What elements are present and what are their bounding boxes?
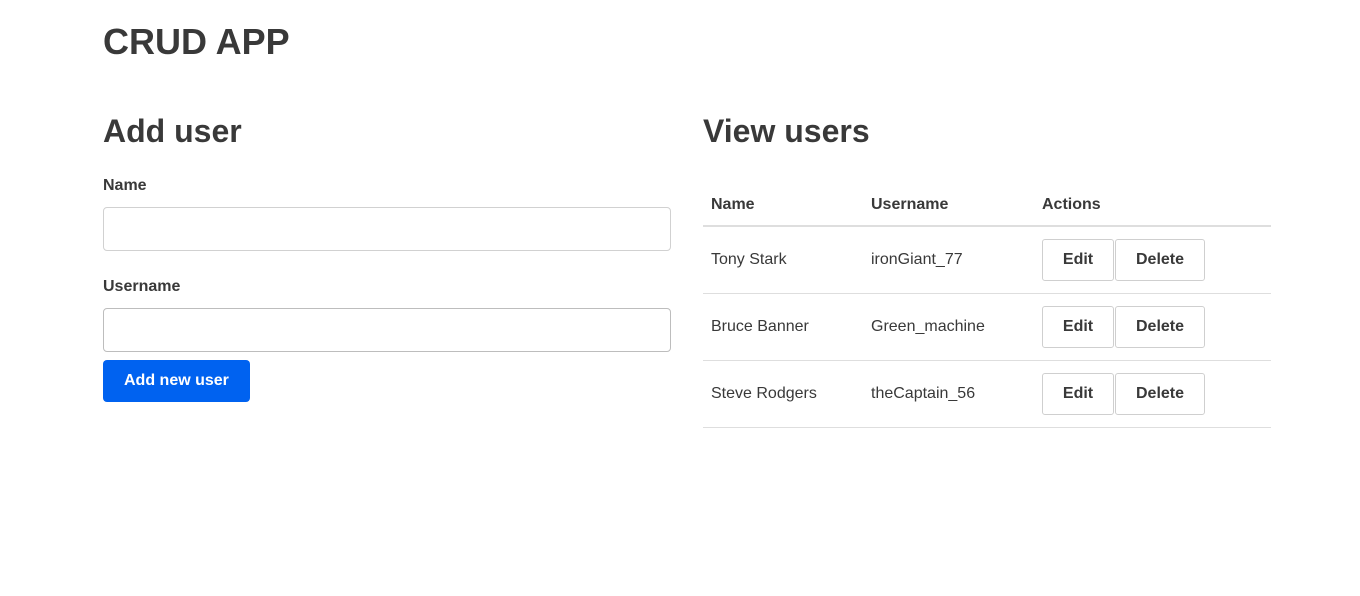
- edit-button[interactable]: Edit: [1042, 305, 1114, 348]
- user-name-cell: Steve Rodgers: [703, 360, 863, 428]
- user-username-cell: Green_machine: [863, 293, 1034, 361]
- column-header-name: Name: [703, 184, 863, 227]
- user-name-cell: Bruce Banner: [703, 293, 863, 361]
- name-label: Name: [103, 177, 147, 194]
- user-name-cell: Tony Stark: [703, 226, 863, 294]
- table-row: Steve Rodgers theCaptain_56 Edit Delete: [703, 360, 1271, 428]
- username-input[interactable]: [103, 308, 671, 352]
- row-actions: Edit Delete: [1042, 372, 1271, 415]
- edit-button[interactable]: Edit: [1042, 238, 1114, 281]
- table-row: Bruce Banner Green_machine Edit Delete: [703, 293, 1271, 361]
- user-actions-cell: Edit Delete: [1034, 226, 1271, 294]
- app-title: CRUD APP: [103, 21, 290, 62]
- view-users-panel: View users Name Username Actions Tony St…: [703, 110, 1271, 428]
- users-table: Name Username Actions Tony Stark ironGia…: [703, 184, 1271, 428]
- row-actions: Edit Delete: [1042, 305, 1271, 348]
- user-username-cell: theCaptain_56: [863, 360, 1034, 428]
- view-users-heading: View users: [703, 113, 870, 149]
- table-row: Tony Stark ironGiant_77 Edit Delete: [703, 226, 1271, 294]
- name-input[interactable]: [103, 207, 671, 251]
- delete-button[interactable]: Delete: [1115, 372, 1205, 415]
- add-user-panel: Add user Name Username Add new user: [103, 110, 671, 402]
- delete-button[interactable]: Delete: [1115, 238, 1205, 281]
- edit-button[interactable]: Edit: [1042, 372, 1114, 415]
- app-container: CRUD APP Add user Name Username Add new …: [0, 0, 1360, 596]
- username-label: Username: [103, 278, 181, 295]
- add-user-heading: Add user: [103, 113, 242, 149]
- add-new-user-button[interactable]: Add new user: [103, 360, 250, 402]
- user-actions-cell: Edit Delete: [1034, 293, 1271, 361]
- user-username-cell: ironGiant_77: [863, 226, 1034, 294]
- row-actions: Edit Delete: [1042, 238, 1271, 281]
- delete-button[interactable]: Delete: [1115, 305, 1205, 348]
- column-header-actions: Actions: [1034, 184, 1271, 227]
- column-header-username: Username: [863, 184, 1034, 227]
- user-actions-cell: Edit Delete: [1034, 360, 1271, 428]
- table-header-row: Name Username Actions: [703, 184, 1271, 227]
